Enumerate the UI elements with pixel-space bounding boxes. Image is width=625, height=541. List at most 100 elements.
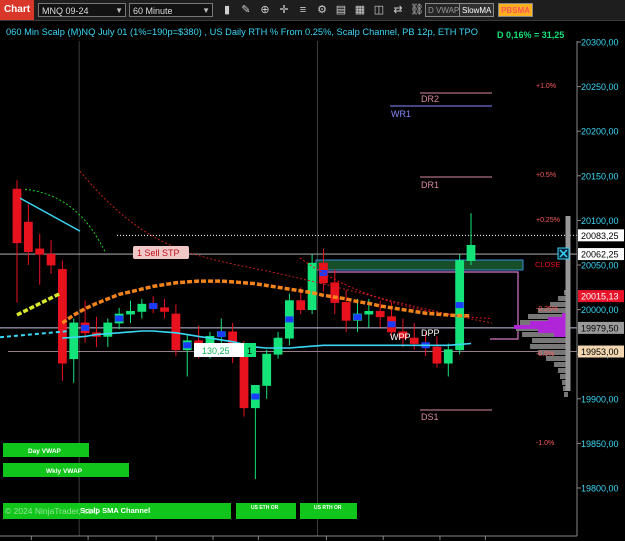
price-tick-label: 20250,00 [581,82,619,92]
position-price: 130,25 [202,346,230,356]
pullback-marker [285,316,294,323]
instrument-label: MNQ 09-24 [42,6,89,16]
candle-body [307,262,317,311]
pct-label: -0.25% [536,306,558,313]
candle-body [262,353,272,386]
candle-body [273,337,283,355]
candle-body [409,337,419,344]
instrument-selector[interactable]: MNQ 09-24 ▼ [38,3,126,17]
legend-label: Scalp SMA Channel [80,506,150,515]
price-label-text: 19979,50 [581,323,619,333]
position-qty: 1 [247,346,252,356]
pct-label: -1.0% [536,440,554,447]
pullback-marker [149,303,158,310]
pct-label: -0.5% [536,351,554,358]
properties-icon[interactable]: ≡ [297,3,309,17]
candle-body [160,307,169,312]
candle-body [126,310,135,315]
legend-day-vwap: Day VWAP [3,443,89,457]
price-tick-label: 20300,00 [581,38,619,48]
zoom-icon[interactable]: ⊕ [259,3,271,17]
candle-body [35,248,45,255]
value-area-bar [514,325,568,329]
pullback-marker [217,331,226,338]
pullback-marker [319,270,328,277]
dvwap-button[interactable]: D VWAP [425,3,463,17]
candle-body [443,349,453,364]
candle-body [58,269,67,364]
candle-body [296,300,306,310]
chart-panel[interactable]: 060 Min Scalp (M)NQ July 01 (1%=190p=$38… [0,21,625,541]
volume-profile-bar [530,344,568,349]
close-position-button[interactable] [557,247,570,260]
price-tick-label: 20100,00 [581,216,619,226]
volume-profile-bar [532,338,568,343]
data-box-icon[interactable]: ▦ [354,3,366,17]
pivot-label: DPP [421,328,440,338]
price-label-text: 20062,25 [581,250,619,260]
price-tick-label: 20000,00 [581,305,619,315]
chevron-down-icon: ▼ [115,6,123,15]
value-zone-rect [315,259,524,271]
pct-readout: D 0,16% = 31,25 [497,30,564,40]
pbsma-button[interactable]: PBSMA [498,3,533,17]
close-label: CLOSE [535,260,560,269]
candle-body [46,253,56,266]
draw-icon[interactable]: ✎ [240,3,252,17]
interval-selector[interactable]: 60 Minute ▼ [129,3,213,17]
price-label: 20062,25 [578,248,624,261]
volume-profile-bar [564,392,568,397]
candle-body [12,188,22,244]
pullback-marker [251,393,260,400]
candle-body [23,221,33,253]
pct-label: +0.5% [536,172,556,179]
sync-icon[interactable]: ⇄ [392,3,404,17]
pullback-marker [183,342,192,349]
strategy-icon[interactable]: ⚙ [316,3,328,17]
price-tick-label: 19900,00 [581,394,619,404]
window-icon[interactable]: ◫ [373,3,385,17]
candle-body [341,302,351,321]
chart-trader-icon[interactable]: ▤ [335,3,347,17]
candle [307,254,317,315]
candle-body [466,244,476,261]
bars-icon[interactable]: ▮ [221,3,233,17]
price-label-text: 20015,13 [581,292,619,302]
legend-us-rth-or: US RTH OR [300,503,357,519]
sell-stp-order[interactable]: 1 Sell STP [133,246,189,259]
legend-us-eth-or: US ETH OR [236,503,296,519]
pullback-marker [387,321,396,328]
pivot-label: WR1 [391,109,411,119]
price-label-text: 20083,25 [581,231,619,241]
legend-wkly-vwap: Wkly VWAP [3,463,129,477]
legend-label: Day VWAP [28,448,62,455]
link-icon[interactable]: ⛓ [410,3,424,17]
candle [455,254,465,355]
candle-body [137,303,147,312]
price-tick-label: 19800,00 [581,484,619,494]
pullback-marker [455,302,464,309]
position-marker[interactable]: 130,25 1 [194,343,256,357]
price-label: 20015,13 [578,290,624,303]
chart-title: 060 Min Scalp (M)NQ July 01 (1%=190p=$38… [6,27,478,37]
pct-label: +1.0% [536,83,556,90]
candle-body [432,346,442,364]
price-tick-label: 19850,00 [581,439,619,449]
legend-label: US RTH OR [314,505,342,511]
legend-label: US ETH OR [251,505,279,511]
price-tick-label: 20200,00 [581,127,619,137]
value-area-bar [530,321,568,325]
value-area-bar [548,317,568,321]
legend-scalp-sma: © 2024 NinjaTrader, LLC Scalp SMA Channe… [3,503,231,519]
chevron-down-icon: ▼ [202,6,210,15]
chart-tab[interactable]: Chart [0,0,34,20]
legend-label: Wkly VWAP [46,468,83,475]
crosshair-icon[interactable]: ✛ [278,3,290,17]
candle-body [239,349,249,409]
price-label-text: 19953,00 [581,347,619,357]
slowma-button[interactable]: SlowMA [459,3,495,17]
candle-body [364,310,374,315]
interval-label: 60 Minute [133,6,173,16]
pullback-marker [115,315,124,322]
value-area-bar [538,329,568,333]
